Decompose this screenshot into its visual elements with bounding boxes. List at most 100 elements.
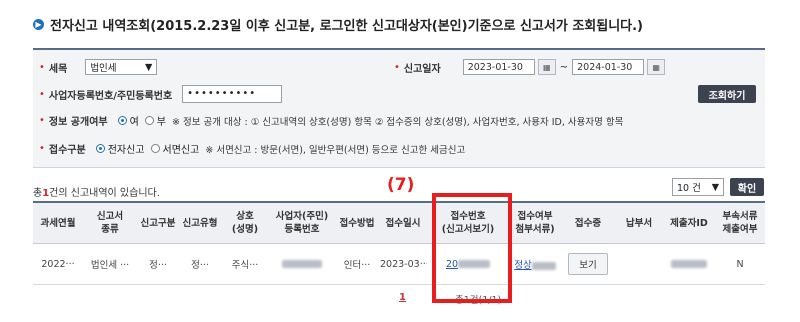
annotation-label: (7) — [387, 175, 415, 195]
cell-submitter-id — [663, 243, 715, 285]
cell-period: 2022··· — [33, 243, 83, 285]
cell-category: 정··· — [137, 243, 179, 285]
cell-attached: N — [715, 243, 765, 285]
annotation-highlight-box — [432, 193, 512, 303]
result-count: 총1건의 신고내역이 있습니다. — [33, 184, 160, 199]
header-name: 상호 (성명) — [221, 201, 269, 244]
cell-receipt: 보기 — [561, 243, 615, 285]
cell-status[interactable]: 정상 — [509, 243, 561, 285]
radio-empty-icon — [150, 144, 160, 153]
cell-method: 인터··· — [335, 243, 379, 285]
table-row[interactable]: 2022··· 법인세 ··· 정··· 정··· 주식··· 인터··· 20… — [33, 243, 765, 285]
disclose-yes-radio[interactable]: 여 — [117, 113, 139, 128]
radio-selected-icon — [117, 116, 127, 125]
receipt-row: • 접수구분 전자신고 서면신고 ※ 서면신고 : 방문(서면), 일반우편(서… — [39, 141, 465, 156]
header-submitter-id: 제출자ID — [663, 201, 715, 244]
calendar-icon[interactable]: ▦ — [647, 59, 666, 75]
tax-label: 세목 — [48, 63, 68, 75]
header-text: 사업자(주민) 등록번호 — [275, 211, 329, 235]
search-panel: • 세목 법인세 ▼ • 신고일자 2023-01-30 ▦ ~ 2024-01… — [33, 48, 765, 168]
header-form-type: 신고서 종류 — [83, 201, 137, 244]
cell-bizno — [269, 243, 335, 285]
cell-name: 주식··· — [221, 243, 269, 285]
confirm-button[interactable]: 확인 — [730, 178, 764, 196]
header-receipt: 접수증 — [561, 201, 615, 244]
header-text: 접수여부 첨부서류) — [515, 211, 555, 235]
date-label: 신고일자 — [403, 63, 441, 75]
header-category: 신고구분 — [137, 201, 179, 244]
header-text: 신고서 종류 — [96, 211, 124, 235]
required-bullet-icon: • — [394, 61, 400, 73]
page-size-select[interactable]: 10 건 ▼ — [672, 178, 724, 196]
date-row: • 신고일자 2023-01-30 ▦ ~ 2024-01-30 ▦ — [394, 59, 666, 75]
page-title-text: 전자신고 내역조회(2015.2.23일 이후 신고분, 로그인한 신고대상자(… — [50, 19, 643, 34]
chevron-down-icon: ▼ — [711, 181, 719, 193]
header-text: 과세연월 — [40, 217, 76, 229]
required-bullet-icon: • — [39, 115, 45, 126]
header-text: 접수방법 — [339, 217, 375, 229]
header-text: 부속서류 제출여부 — [722, 211, 758, 235]
date-from-input[interactable]: 2023-01-30 — [462, 59, 535, 75]
receipt-label: 접수구분 — [48, 145, 86, 156]
cell-payment — [615, 243, 663, 285]
required-bullet-icon: • — [39, 61, 45, 73]
radio-selected-icon — [95, 144, 105, 153]
cell-form-type: 법인세 ··· — [83, 243, 137, 285]
disclose-row: • 정보 공개여부 여 부 ※ 정보 공개 대상 : ① 신고내역의 상호(성명… — [39, 113, 623, 128]
bizno-row: • 사업자등록번호/주민등록번호 •••••••••• — [39, 85, 283, 103]
redacted-text — [282, 260, 322, 268]
header-text: 신고구분 — [140, 217, 176, 229]
page-title: ▶ 전자신고 내역조회(2015.2.23일 이후 신고분, 로그인한 신고대상… — [33, 15, 643, 34]
search-button[interactable]: 조회하기 — [698, 85, 756, 103]
status-prefix: 정상 — [514, 260, 532, 271]
header-text: 납부서 — [625, 217, 653, 229]
header-text: 접수일시 — [385, 217, 421, 229]
header-method: 접수방법 — [335, 201, 379, 244]
required-bullet-icon: • — [39, 143, 45, 154]
receipt-electronic-radio[interactable]: 전자신고 — [95, 141, 145, 156]
header-attached: 부속서류 제출여부 — [715, 201, 765, 244]
date-to-input[interactable]: 2024-01-30 — [572, 59, 645, 75]
header-text: 제출자ID — [670, 217, 708, 229]
count-suffix: 건의 신고내역이 있습니다. — [49, 188, 160, 199]
view-receipt-button[interactable]: 보기 — [568, 253, 608, 275]
status-link[interactable]: 정상 — [514, 260, 556, 271]
header-status: 접수여부 첨부서류) — [509, 201, 561, 244]
chevron-down-icon: ▼ — [145, 61, 153, 73]
receipt-electronic-label: 전자신고 — [107, 145, 145, 156]
bizno-input[interactable]: •••••••••• — [182, 85, 283, 103]
receipt-paper-label: 서면신고 — [162, 145, 200, 156]
disclose-label: 정보 공개여부 — [48, 117, 108, 128]
receipt-note: ※ 서면신고 : 방문(서면), 일반우편(서면) 등으로 신고한 세금신고 — [205, 144, 466, 156]
receipt-paper-radio[interactable]: 서면신고 — [150, 141, 200, 156]
tax-select[interactable]: 법인세 ▼ — [85, 59, 158, 75]
tax-select-value: 법인세 — [90, 63, 117, 74]
table-header-row: 과세연월 신고서 종류 신고구분 신고유형 상호 (성명) 사업자(주민) 등록… — [33, 201, 765, 244]
pager-page-1[interactable]: 1 — [399, 292, 406, 303]
disclose-note: ※ 정보 공개 대상 : ① 신고내역의 상호(성명) 항목 ② 접수증의 상호… — [172, 116, 624, 128]
bizno-label: 사업자등록번호/주민등록번호 — [48, 90, 173, 102]
header-text: 신고유형 — [182, 217, 218, 229]
disclose-no-label: 부 — [156, 117, 166, 128]
arrow-circle-icon: ▶ — [33, 19, 44, 30]
header-bizno: 사업자(주민) 등록번호 — [269, 201, 335, 244]
calendar-icon[interactable]: ▦ — [537, 59, 556, 75]
required-bullet-icon: • — [39, 88, 45, 100]
radio-empty-icon — [144, 116, 154, 125]
cell-received-at: 2023-03··· — [379, 243, 427, 285]
redacted-text — [531, 261, 556, 270]
header-filing-type: 신고유형 — [179, 201, 221, 244]
header-payment: 납부서 — [615, 201, 663, 244]
header-text: 접수증 — [574, 217, 602, 229]
result-table: 과세연월 신고서 종류 신고구분 신고유형 상호 (성명) 사업자(주민) 등록… — [33, 201, 765, 285]
cell-filing-type: 정··· — [179, 243, 221, 285]
header-period: 과세연월 — [33, 201, 83, 244]
disclose-no-radio[interactable]: 부 — [144, 113, 166, 128]
header-received-at: 접수일시 — [379, 201, 427, 244]
tax-row: • 세목 법인세 ▼ — [39, 59, 158, 75]
header-text: 상호 (성명) — [231, 211, 259, 235]
date-separator: ~ — [559, 61, 569, 73]
count-prefix: 총 — [33, 188, 43, 199]
page-size-value: 10 건 — [677, 183, 701, 194]
disclose-yes-label: 여 — [129, 117, 139, 128]
